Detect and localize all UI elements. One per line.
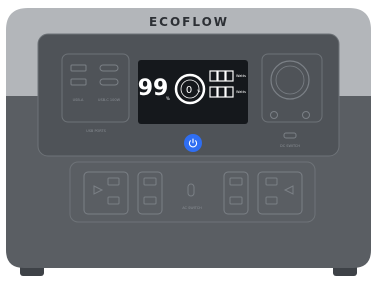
- output-unit: Watts: [236, 90, 246, 94]
- usb-ports-label: USB PORTS: [86, 129, 106, 133]
- ac-switch-label: AC SWITCH: [182, 206, 202, 210]
- battery-percent: 99: [138, 76, 169, 101]
- input-unit: Watts: [236, 74, 246, 78]
- usb-c-label: USB-C 100W: [98, 98, 121, 102]
- power-station-illustration: ECOFLOW USB-A USB-C 100W USB PORTS 99 % …: [6, 8, 371, 276]
- percent-symbol: %: [166, 96, 170, 101]
- brand-logo: ECOFLOW: [149, 15, 229, 29]
- ring-value: 0: [186, 85, 192, 96]
- usb-a-label: USB-A: [73, 98, 84, 102]
- dc-switch-label: DC SWITCH: [280, 144, 300, 148]
- power-station-device: ECOFLOW USB-A USB-C 100W USB PORTS 99 % …: [0, 0, 377, 278]
